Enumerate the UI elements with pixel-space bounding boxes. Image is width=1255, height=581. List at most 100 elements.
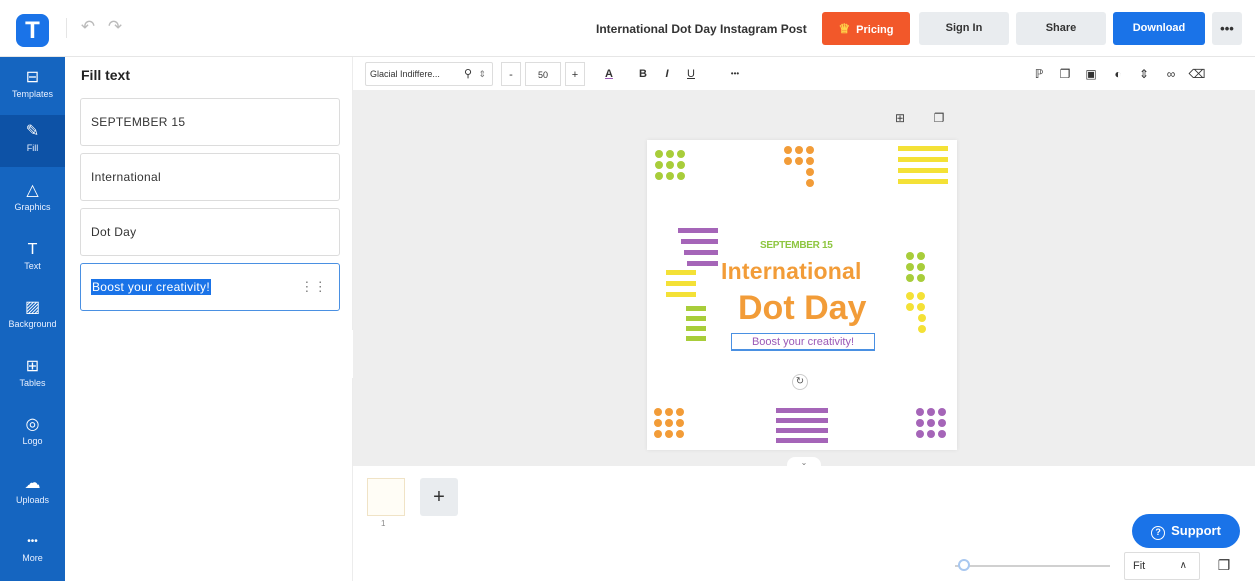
decor-bar	[678, 228, 718, 233]
decor-dot	[666, 161, 674, 169]
crown-icon: ♕	[838, 21, 851, 36]
sidebar-item-text[interactable]: T Text	[0, 233, 65, 285]
pricing-button[interactable]: ♕ Pricing	[822, 12, 910, 45]
decor-dot	[677, 161, 685, 169]
search-icon[interactable]: ⚲	[464, 63, 472, 85]
canvas-date-text[interactable]: SEPTEMBER 15	[760, 240, 833, 251]
decor-bar	[898, 168, 948, 173]
text-field-line2[interactable]: Dot Day	[80, 208, 340, 256]
decor-bar	[776, 418, 828, 423]
decor-dot	[665, 408, 673, 416]
sidebar-item-uploads[interactable]: ☁ Uploads	[0, 467, 65, 519]
decor-dot	[906, 274, 914, 282]
decor-dot	[906, 263, 914, 271]
italic-button[interactable]: I	[659, 62, 675, 86]
decor-dot	[938, 408, 946, 416]
pricing-label: Pricing	[856, 24, 894, 36]
sidebar-item-tables[interactable]: ⊞ Tables	[0, 350, 65, 402]
decor-dot	[676, 419, 684, 427]
decor-dot	[916, 408, 924, 416]
canvas-tagline-selected[interactable]: Boost your creativity!	[731, 333, 875, 351]
font-family-value: Glacial Indiffere...	[370, 69, 440, 79]
decor-dot	[665, 419, 673, 427]
decor-dot	[676, 408, 684, 416]
decor-dot	[784, 146, 792, 154]
logo-icon: ◎	[25, 416, 40, 433]
decor-bar	[776, 438, 828, 443]
sidebar-item-background[interactable]: ▨ Background	[0, 291, 65, 343]
share-button[interactable]: Share	[1016, 12, 1106, 45]
sidebar-item-more[interactable]: ••• More	[0, 525, 65, 577]
delete-icon[interactable]: ⌫	[1187, 62, 1207, 86]
spinner-icon[interactable]: ⇕	[478, 63, 486, 85]
decor-dot	[917, 274, 925, 282]
rotate-handle-icon[interactable]: ↻	[792, 374, 808, 390]
opacity-icon[interactable]: ◐	[1108, 62, 1128, 86]
underline-button[interactable]: U	[683, 62, 699, 86]
decor-dot	[918, 325, 926, 333]
decor-dot	[916, 419, 924, 427]
layer-icon[interactable]: ▣	[1081, 62, 1101, 86]
canvas-title-line1[interactable]: International	[721, 258, 862, 285]
increase-font-size-button[interactable]: +	[565, 62, 585, 86]
table-icon: ⊞	[25, 358, 40, 375]
decor-dot	[795, 157, 803, 165]
decor-dot	[654, 430, 662, 438]
add-page-button[interactable]: +	[420, 478, 458, 516]
zoom-slider-handle[interactable]	[958, 559, 970, 571]
sidebar-item-label: Tables	[19, 378, 46, 388]
duplicate-page-icon[interactable]: ❐	[930, 109, 948, 127]
text-field-tagline[interactable]: Boost your creativity! ⋮⋮	[80, 263, 340, 311]
canvas-title-line2[interactable]: Dot Day	[738, 289, 866, 328]
font-family-select[interactable]: Glacial Indiffere... ⚲ ⇕	[365, 62, 493, 86]
zoom-select[interactable]: Fit ∧	[1124, 552, 1200, 580]
font-size-input[interactable]: 50	[525, 62, 561, 86]
undo-icon[interactable]: ↶	[77, 16, 99, 38]
page-thumbnail[interactable]	[367, 478, 405, 516]
more-text-options-button[interactable]: •••	[725, 62, 745, 86]
upload-icon: ☁	[24, 475, 41, 492]
sidebar-item-fill[interactable]: ✎ Fill	[0, 115, 65, 167]
format-paint-icon[interactable]: ℙ	[1029, 62, 1049, 86]
redo-icon[interactable]: ↷	[104, 16, 126, 38]
decor-bar	[776, 428, 828, 433]
copy-icon[interactable]: ❐	[1055, 62, 1075, 86]
sidebar-item-label: Background	[8, 319, 57, 329]
text-field-line1[interactable]: International	[80, 153, 340, 201]
zoom-slider[interactable]	[955, 565, 1110, 567]
sidebar-item-label: Text	[24, 261, 41, 271]
selected-text[interactable]: Boost your creativity!	[91, 279, 211, 295]
left-sidebar: ⊟ Templates ✎ Fill △ Graphics T Text ▨ B…	[0, 57, 65, 581]
sidebar-item-label: Templates	[11, 89, 54, 99]
chevron-up-icon: ∧	[1179, 560, 1187, 571]
decor-bar	[898, 146, 948, 151]
decor-dot	[906, 303, 914, 311]
text-color-button[interactable]: A	[601, 62, 617, 86]
sign-in-button[interactable]: Sign In	[919, 12, 1009, 45]
sidebar-item-templates[interactable]: ⊟ Templates	[0, 61, 65, 113]
document-title[interactable]: International Dot Day Instagram Post	[590, 14, 813, 44]
app-logo[interactable]: T	[16, 14, 49, 47]
download-button[interactable]: Download	[1113, 12, 1205, 45]
support-button[interactable]: ? Support	[1132, 514, 1240, 548]
decrease-font-size-button[interactable]: -	[501, 62, 521, 86]
sidebar-item-logo[interactable]: ◎ Logo	[0, 408, 65, 460]
more-options-button[interactable]: •••	[1212, 12, 1242, 45]
text-field-date[interactable]: SEPTEMBER 15	[80, 98, 340, 146]
zoom-value: Fit	[1133, 560, 1146, 572]
drag-handle-icon[interactable]: ⋮⋮	[300, 264, 327, 310]
decor-bar	[687, 261, 718, 266]
decor-dot	[906, 292, 914, 300]
decor-dot	[917, 292, 925, 300]
add-frame-icon[interactable]: ⊞	[891, 109, 909, 127]
sidebar-item-graphics[interactable]: △ Graphics	[0, 174, 65, 226]
bold-button[interactable]: B	[635, 62, 651, 86]
decor-dot	[655, 172, 663, 180]
link-icon[interactable]: ∞	[1161, 62, 1181, 86]
position-icon[interactable]: ⇕	[1134, 62, 1154, 86]
pages-icon[interactable]: ❐	[1214, 555, 1234, 575]
decor-bar	[898, 157, 948, 162]
decor-dot	[938, 430, 946, 438]
decor-dot	[665, 430, 673, 438]
decor-dot	[806, 179, 814, 187]
